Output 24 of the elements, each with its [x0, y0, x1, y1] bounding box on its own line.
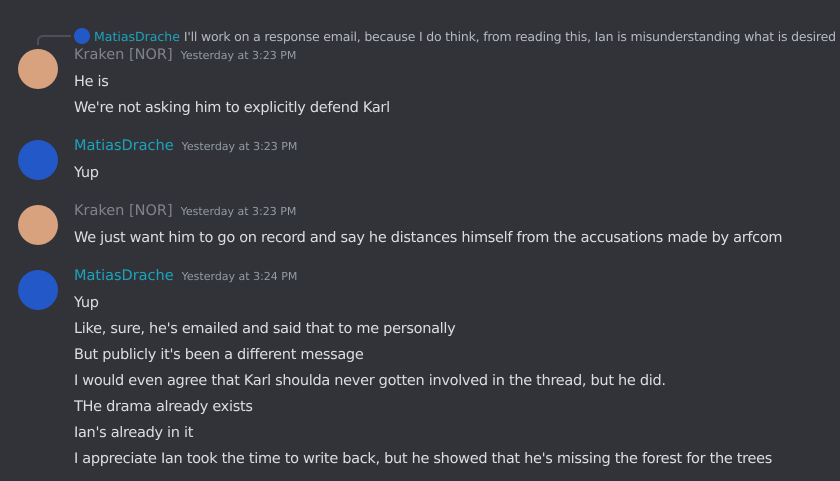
timestamp: Yesterday at 3:23 PM — [180, 49, 296, 62]
avatar[interactable] — [18, 205, 58, 245]
reply-preview[interactable]: I'll work on a response email, because I do think, from reading this, Ian is misunderstanding what is desired — [184, 28, 836, 44]
message-text: Ian's already in it — [74, 424, 194, 443]
message-text: I appreciate Ian took the time to write back, but he showed that he's missing the forest for the trees — [74, 450, 774, 469]
timestamp: Yesterday at 3:23 PM — [182, 140, 298, 153]
avatar[interactable] — [18, 49, 58, 89]
message-text: THe drama already exists — [74, 398, 254, 417]
message-text: We just want him to go on record and say he distances himself from the accusations made by arfcom — [74, 229, 784, 248]
reply-connector-line — [37, 35, 71, 45]
message-text: He is — [74, 73, 110, 92]
message-text: Yup — [74, 164, 100, 183]
message-text: Yup — [74, 294, 100, 313]
message-text: I would even agree that Karl shoulda never gotten involved in the thread, but he did. — [74, 372, 667, 391]
message-text: Like, sure, he's emailed and said that to me personally — [74, 320, 456, 339]
username[interactable]: Kraken [NOR] — [74, 203, 173, 219]
reply-author[interactable]: MatiasDrache — [94, 28, 180, 44]
message-text: But publicly it's been a different message — [74, 346, 364, 365]
timestamp: Yesterday at 3:24 PM — [182, 270, 298, 283]
message-text: We're not asking him to explicitly defend Karl — [74, 99, 391, 118]
username[interactable]: MatiasDrache — [74, 138, 174, 154]
username[interactable]: Kraken [NOR] — [74, 47, 173, 63]
username[interactable]: MatiasDrache — [74, 268, 174, 284]
timestamp: Yesterday at 3:23 PM — [180, 205, 296, 218]
